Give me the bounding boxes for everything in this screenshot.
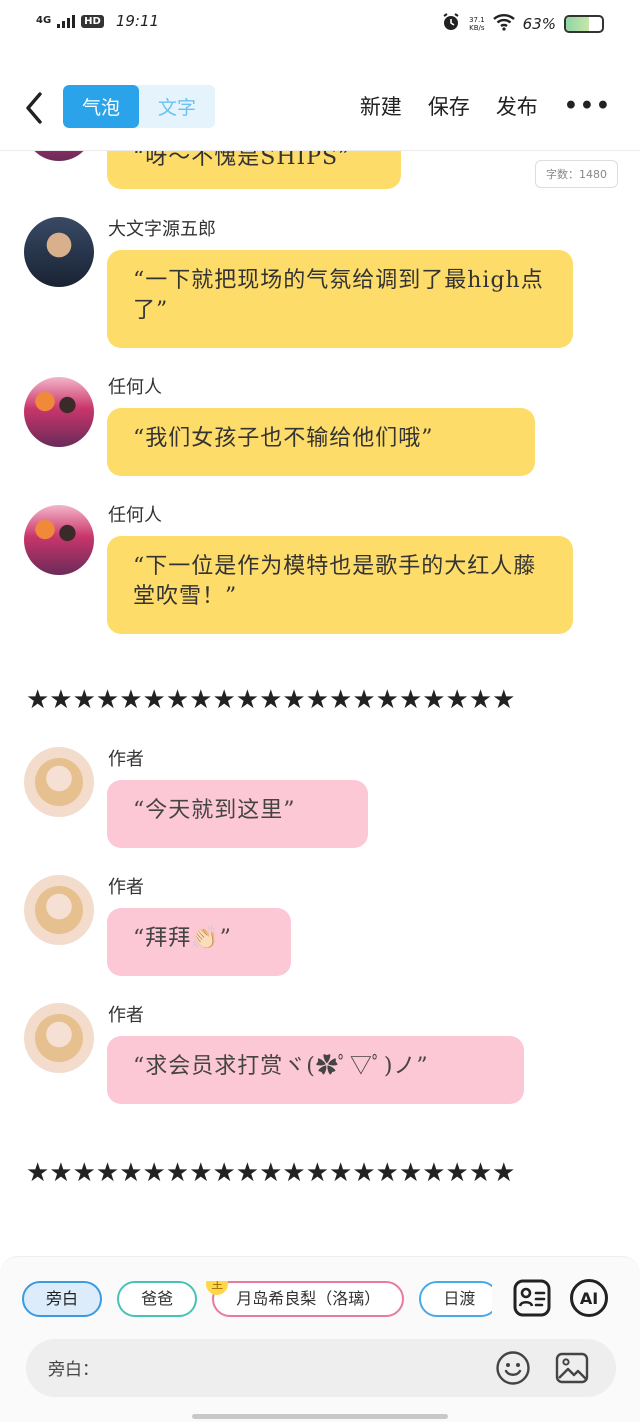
- speaker-name: 作者: [108, 749, 144, 770]
- home-indicator: [192, 1414, 448, 1419]
- battery-fill: [566, 17, 589, 31]
- network-speed: 37.1 KB/s: [469, 16, 485, 32]
- new-button[interactable]: 新建: [360, 91, 402, 121]
- image-icon: [555, 1352, 589, 1384]
- message-bubble[interactable]: “我们女孩子也不输给他们哦”: [107, 408, 535, 476]
- avatar[interactable]: [24, 1003, 94, 1073]
- wifi-icon: [492, 13, 515, 35]
- message-bubble[interactable]: “呀～不愧是SHIPS”: [107, 151, 401, 189]
- bottom-panel: 旁白 爸爸 主月岛希良梨（洛璃） 日渡 AI 旁白：: [0, 1256, 640, 1422]
- save-button[interactable]: 保存: [428, 91, 470, 121]
- avatar[interactable]: [24, 747, 94, 817]
- battery-percent: 63%: [522, 15, 556, 33]
- image-button[interactable]: [553, 1349, 591, 1387]
- editor-toolbar: 气泡 文字 新建 保存 发布 •••: [0, 78, 640, 138]
- role-selector: 旁白 爸爸 主月岛希良梨（洛璃） 日渡: [22, 1281, 492, 1321]
- input-role-label: 旁白：: [48, 1360, 99, 1380]
- hd-badge: HD: [81, 14, 104, 28]
- back-button[interactable]: [20, 88, 50, 128]
- ai-button[interactable]: AI: [568, 1277, 610, 1319]
- role-chip-hiwatari[interactable]: 日渡: [419, 1281, 492, 1317]
- role-chip-narrator[interactable]: 旁白: [22, 1281, 103, 1317]
- lead-badge: 主: [206, 1281, 229, 1295]
- alarm-icon: [441, 12, 461, 36]
- mode-switch: 气泡 文字: [63, 85, 215, 128]
- avatar[interactable]: [24, 875, 94, 945]
- speaker-name: 作者: [108, 877, 144, 898]
- role-manage-button[interactable]: [511, 1277, 553, 1319]
- speaker-name: 作者: [108, 1005, 144, 1026]
- chat-area[interactable]: “呀～不愧是SHIPS” 字数：1480 大文字源五郎 “一下就把现场的气氛给调…: [0, 151, 640, 1255]
- speaker-name: 大文字源五郎: [108, 219, 216, 240]
- message-bubble[interactable]: “下一位是作为模特也是歌手的大红人藤堂吹雪！”: [107, 536, 573, 634]
- tab-text[interactable]: 文字: [139, 85, 215, 128]
- message-bubble[interactable]: “求会员求打赏ヾ(✿ﾟ▽ﾟ)ノ”: [107, 1036, 524, 1104]
- role-chip-lead[interactable]: 主月岛希良梨（洛璃）: [206, 1281, 405, 1317]
- separator-stars: ★★★★★★★★★★★★★★★★★★★★★: [26, 685, 516, 715]
- speaker-name: 任何人: [108, 377, 162, 398]
- publish-button[interactable]: 发布: [496, 91, 538, 121]
- avatar[interactable]: [24, 217, 94, 287]
- status-bar: 4G HD 19:11 37.1 KB/s 63%: [0, 0, 640, 50]
- ai-icon: AI: [570, 1279, 608, 1317]
- battery-icon: [564, 15, 604, 33]
- avatar[interactable]: [24, 377, 94, 447]
- separator-stars: ★★★★★★★★★★★★★★★★★★★★★: [26, 1158, 516, 1188]
- role-chip-dad[interactable]: 爸爸: [117, 1281, 198, 1317]
- chevron-left-icon: [26, 92, 42, 124]
- clock: 19:11: [115, 12, 160, 30]
- message-bubble[interactable]: “拜拜👏🏻”: [107, 908, 291, 976]
- message-input[interactable]: 旁白：: [26, 1339, 616, 1397]
- message-bubble[interactable]: “一下就把现场的气氛给调到了最high点了”: [107, 250, 573, 348]
- svg-text:AI: AI: [580, 1289, 598, 1308]
- avatar[interactable]: [24, 505, 94, 575]
- emoji-icon: [496, 1351, 530, 1385]
- network-type: 4G: [36, 15, 52, 26]
- word-count: 字数：1480: [535, 160, 618, 188]
- emoji-button[interactable]: [494, 1349, 532, 1387]
- message-bubble[interactable]: “今天就到这里”: [107, 780, 368, 848]
- avatar[interactable]: [24, 151, 94, 161]
- more-button[interactable]: •••: [564, 93, 612, 119]
- signal-icon: [57, 14, 76, 28]
- speaker-name: 任何人: [108, 505, 162, 526]
- contact-card-icon: [513, 1279, 551, 1317]
- tab-bubble[interactable]: 气泡: [63, 85, 139, 128]
